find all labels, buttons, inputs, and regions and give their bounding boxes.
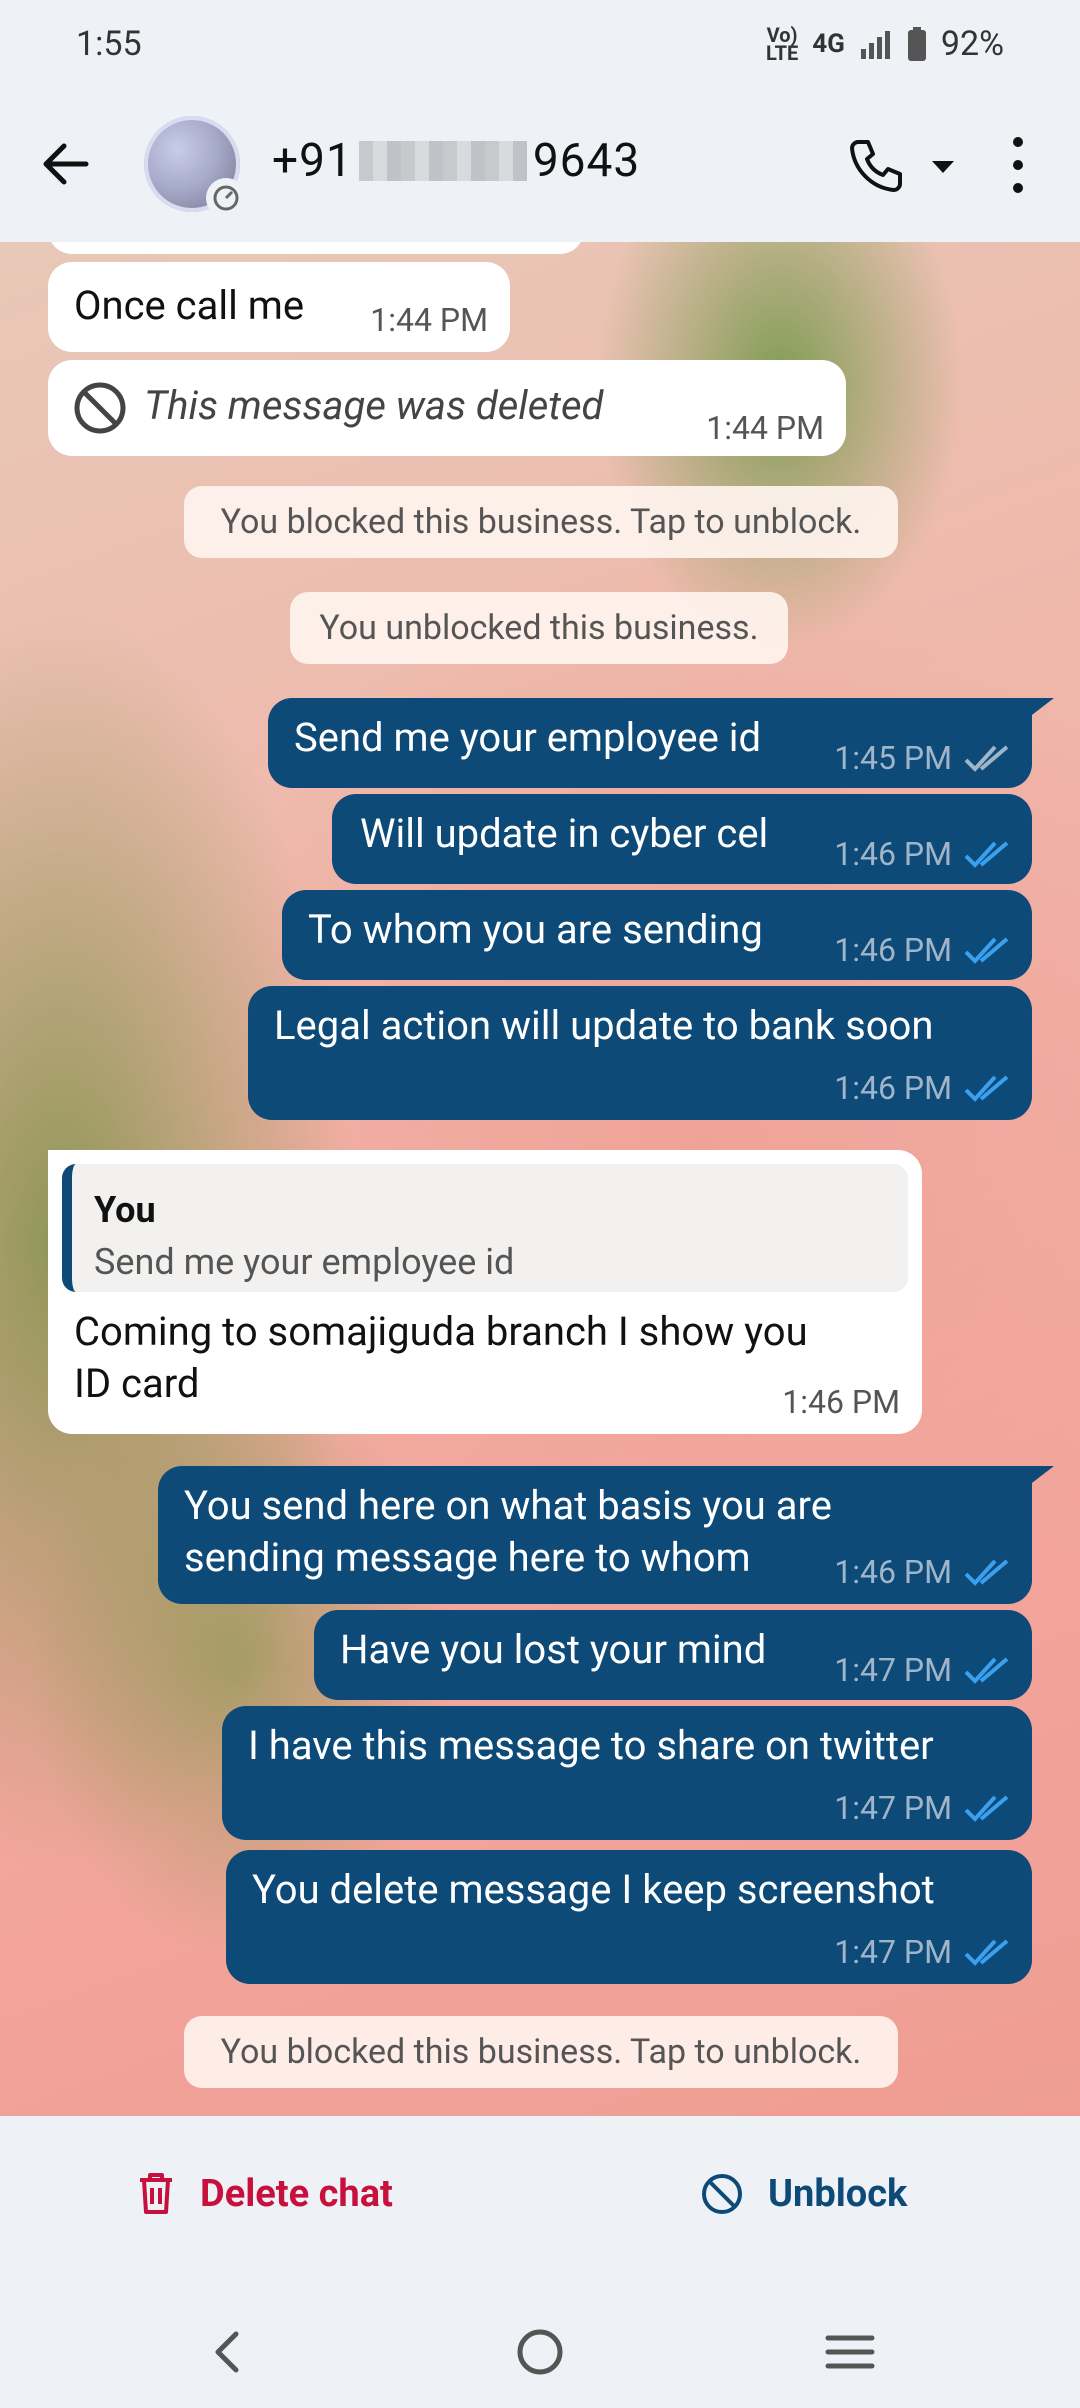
double-check-read-icon — [964, 1075, 1009, 1102]
double-check-read-icon — [964, 1657, 1009, 1684]
chevron-down-icon[interactable] — [930, 158, 956, 176]
message-text-line2: ID card — [74, 1360, 200, 1407]
message-time: 1:44 PM — [370, 301, 488, 339]
contact-prefix: +91 — [272, 134, 353, 188]
network-type: 4G — [812, 29, 845, 59]
message-deleted[interactable]: This message was deleted 1:44 PM — [48, 360, 846, 456]
message-meta: 1:46 PM — [834, 926, 1010, 974]
message-time: 1:46 PM — [834, 835, 952, 873]
volte-icon: Vo) LTE — [765, 23, 799, 65]
bubble-tail — [1028, 1466, 1054, 1486]
message-text: Legal action will update to bank soon — [274, 1002, 934, 1049]
message-time: 1:44 PM — [706, 409, 824, 447]
double-check-read-icon — [964, 1939, 1009, 1966]
quoted-message[interactable]: You Send me your employee id — [62, 1164, 908, 1292]
message-text: To whom you are sending — [308, 906, 763, 953]
trash-icon — [140, 2173, 172, 2214]
double-check-icon — [964, 745, 1009, 772]
quote-text: Send me your employee id — [94, 1241, 515, 1283]
status-bar: 1:55 Vo) LTE 4G 92% — [0, 0, 1080, 88]
system-message-blocked[interactable]: You blocked this business. Tap to unbloc… — [184, 2016, 898, 2088]
battery-percent: 92% — [940, 24, 1004, 64]
double-check-read-icon — [964, 937, 1009, 964]
message-meta: 1:45 PM — [834, 734, 1010, 782]
delete-chat-label: Delete chat — [200, 2172, 393, 2216]
message-outgoing[interactable]: You send here on what basis you are send… — [158, 1466, 1054, 1604]
message-meta: 1:47 PM — [834, 1646, 1010, 1694]
blocked-action-bar: Delete chat Unblock — [0, 2116, 1080, 2296]
message-outgoing[interactable]: You delete message I keep screenshot 1:4… — [226, 1850, 1032, 1984]
system-message-blocked[interactable]: You blocked this business. Tap to unbloc… — [184, 486, 898, 558]
message-text: Will update in cyber cel — [360, 810, 769, 857]
message-text: Have you lost your mind — [340, 1626, 767, 1673]
battery-icon — [907, 27, 926, 61]
message-text-line1: Coming to somajiguda branch I show you — [74, 1308, 808, 1355]
contact-name[interactable]: +91 9643 — [272, 134, 640, 188]
delete-chat-button[interactable]: Delete chat — [136, 2172, 393, 2216]
message-incoming-reply[interactable]: You Send me your employee id Coming to s… — [48, 1150, 922, 1434]
system-nav-bar — [0, 2296, 1080, 2408]
block-icon — [702, 2174, 742, 2214]
double-check-read-icon — [964, 1795, 1009, 1822]
avatar[interactable] — [144, 116, 246, 218]
unblock-button[interactable]: Unblock — [700, 2172, 907, 2216]
signal-icon — [860, 31, 890, 59]
deleted-text: This message was deleted — [144, 382, 604, 429]
message-time: 1:46 PM — [834, 931, 952, 969]
double-check-read-icon — [964, 1559, 1009, 1586]
message-time: 1:47 PM — [834, 1789, 952, 1827]
quote-author: You — [94, 1189, 156, 1231]
message-meta: 1:47 PM — [834, 1784, 1010, 1832]
message-outgoing[interactable]: To whom you are sending 1:46 PM — [282, 890, 1032, 980]
message-meta: 1:46 PM — [834, 830, 1010, 878]
message-partial-top — [48, 242, 584, 254]
message-meta: 1:47 PM — [834, 1928, 1010, 1976]
message-meta: 1:46 PM — [834, 1064, 1010, 1112]
message-meta: 1:46 PM — [834, 1548, 1010, 1596]
message-text-line2: sending message here to whom — [184, 1534, 751, 1581]
message-text: I have this message to share on twitter — [248, 1722, 934, 1769]
message-incoming[interactable]: Once call me 1:44 PM — [48, 262, 510, 352]
message-text: Once call me — [74, 282, 305, 329]
contact-suffix: 9643 — [532, 134, 641, 188]
nav-back-icon[interactable] — [200, 2324, 256, 2380]
message-time: 1:47 PM — [834, 1933, 952, 1971]
back-arrow-icon[interactable] — [36, 134, 96, 194]
message-time: 1:46 PM — [782, 1383, 900, 1421]
double-check-read-icon — [964, 841, 1009, 868]
message-time: 1:46 PM — [834, 1553, 952, 1591]
message-text: You delete message I keep screenshot — [252, 1866, 935, 1913]
message-text: Send me your employee id — [294, 714, 762, 761]
unblock-label: Unblock — [768, 2172, 908, 2216]
business-badge-icon — [206, 178, 246, 218]
system-message-unblocked: You unblocked this business. — [290, 592, 788, 664]
message-time: 1:46 PM — [834, 1069, 952, 1107]
message-time: 1:45 PM — [834, 739, 952, 777]
chat-header: +91 9643 — [0, 88, 1080, 242]
more-vertical-icon[interactable] — [1002, 132, 1034, 198]
chat-area[interactable]: Once call me 1:44 PM This message was de… — [0, 242, 1080, 2116]
nav-home-icon[interactable] — [512, 2324, 568, 2380]
status-time: 1:55 — [76, 24, 142, 64]
phone-icon[interactable] — [846, 136, 904, 194]
message-outgoing[interactable]: Will update in cyber cel 1:46 PM — [332, 794, 1032, 884]
nav-recents-icon[interactable] — [822, 2324, 878, 2380]
message-outgoing[interactable]: I have this message to share on twitter … — [222, 1706, 1032, 1840]
message-time: 1:47 PM — [834, 1651, 952, 1689]
status-icons: Vo) LTE 4G 92% — [766, 24, 1004, 64]
message-text-line1: You send here on what basis you are — [184, 1482, 832, 1529]
block-icon — [74, 382, 126, 434]
redacted-number — [358, 141, 527, 181]
message-outgoing[interactable]: Legal action will update to bank soon 1:… — [248, 986, 1032, 1120]
message-outgoing[interactable]: Have you lost your mind 1:47 PM — [314, 1610, 1032, 1700]
bubble-tail — [1028, 698, 1054, 718]
message-outgoing[interactable]: Send me your employee id 1:45 PM — [268, 698, 1054, 788]
